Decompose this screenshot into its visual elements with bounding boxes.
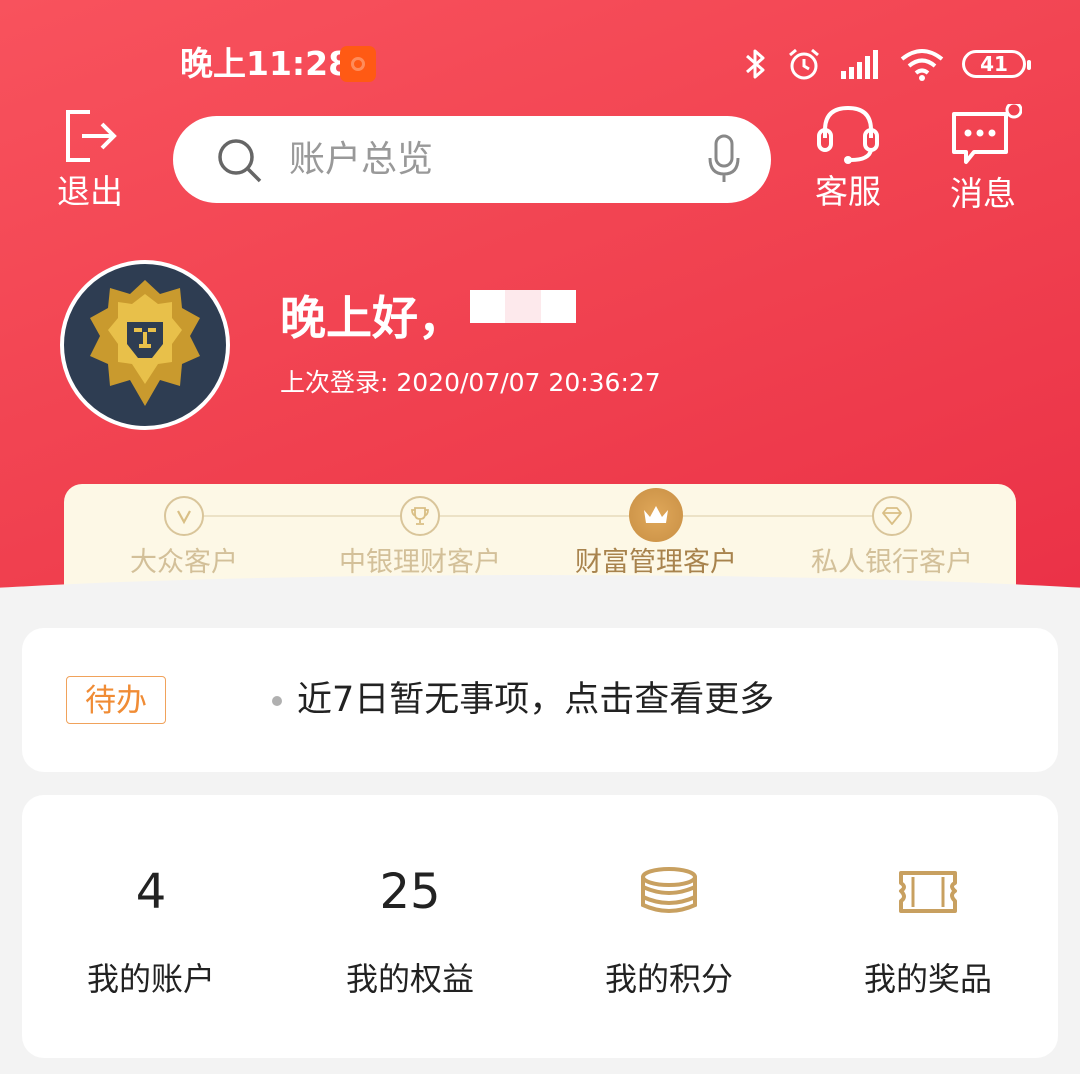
my-benefits-item[interactable]: 25 我的权益 bbox=[281, 795, 539, 1058]
username-redacted bbox=[470, 290, 576, 323]
logout-icon bbox=[66, 110, 117, 162]
messages-button[interactable]: 消息 bbox=[948, 101, 1023, 214]
logout-button[interactable]: 退出 bbox=[55, 108, 125, 212]
message-label: 消息 bbox=[950, 174, 1016, 213]
v-badge-icon bbox=[164, 496, 204, 536]
status-bar: 晚上11:28 41 bbox=[0, 42, 1080, 86]
header-banner: 晚上11:28 41 退出 账户总览 客服 消息 晚上好， 上次登录: 2020… bbox=[0, 0, 1080, 640]
prizes-label: 我的奖品 bbox=[863, 960, 992, 998]
my-prizes-item[interactable]: 我的奖品 bbox=[799, 795, 1057, 1058]
todo-text: 近7日暂无事项，点击查看更多 bbox=[297, 680, 775, 720]
my-points-item[interactable]: 我的积分 bbox=[540, 795, 798, 1058]
tier-private-banking-customer[interactable]: 私人银行客户 bbox=[772, 496, 1012, 581]
search-bar[interactable]: 账户总览 bbox=[173, 116, 771, 203]
tier-label: 财富管理客户 bbox=[575, 547, 737, 578]
benefits-label: 我的权益 bbox=[345, 960, 474, 998]
membership-tier-bar: 大众客户 中银理财客户 财富管理客户 私人银行客户 bbox=[64, 484, 1016, 614]
greeting-text: 晚上好， bbox=[280, 291, 464, 345]
benefits-count: 25 bbox=[379, 864, 441, 920]
logout-label: 退出 bbox=[57, 172, 123, 211]
tier-label: 大众客户 bbox=[130, 547, 238, 578]
customer-service-button[interactable]: 客服 bbox=[813, 104, 883, 212]
ticket-icon bbox=[899, 871, 957, 913]
diamond-icon bbox=[872, 496, 912, 536]
crown-icon bbox=[629, 488, 683, 542]
message-icon bbox=[952, 101, 1023, 164]
status-time: 晚上11:28 bbox=[180, 44, 352, 83]
tier-label: 私人银行客户 bbox=[811, 547, 973, 578]
stats-card: 4 我的账户 25 我的权益 我的积分 我的奖品 bbox=[22, 795, 1058, 1058]
points-label: 我的积分 bbox=[604, 960, 733, 998]
accounts-count: 4 bbox=[135, 864, 167, 920]
battery-indicator: 41 bbox=[962, 50, 1031, 78]
lion-emblem-icon bbox=[90, 280, 200, 406]
wifi-icon bbox=[900, 49, 944, 81]
search-icon bbox=[218, 139, 262, 183]
app-notification-icon bbox=[340, 46, 376, 82]
microphone-icon[interactable] bbox=[707, 134, 741, 184]
coins-icon bbox=[641, 867, 697, 913]
tier-wealth-finance-customer[interactable]: 中银理财客户 bbox=[300, 496, 540, 581]
accounts-label: 我的账户 bbox=[86, 960, 215, 998]
bullet-dot bbox=[272, 696, 282, 706]
avatar[interactable] bbox=[60, 260, 230, 430]
headset-icon bbox=[817, 105, 879, 164]
todo-tag: 待办 bbox=[66, 676, 166, 724]
search-placeholder: 账户总览 bbox=[289, 139, 434, 180]
service-label: 客服 bbox=[815, 172, 881, 211]
trophy-icon bbox=[400, 496, 440, 536]
signal-icon bbox=[841, 50, 878, 79]
last-login-text: 上次登录: 2020/07/07 20:36:27 bbox=[280, 368, 661, 397]
tier-mass-customer[interactable]: 大众客户 bbox=[64, 496, 304, 581]
todo-card[interactable]: 待办 近7日暂无事项，点击查看更多 bbox=[22, 628, 1058, 772]
tier-label: 中银理财客户 bbox=[339, 547, 501, 578]
tier-wealth-management-customer[interactable]: 财富管理客户 bbox=[536, 488, 776, 581]
bluetooth-icon bbox=[746, 49, 765, 79]
my-accounts-item[interactable]: 4 我的账户 bbox=[22, 795, 280, 1058]
alarm-icon bbox=[789, 48, 819, 80]
